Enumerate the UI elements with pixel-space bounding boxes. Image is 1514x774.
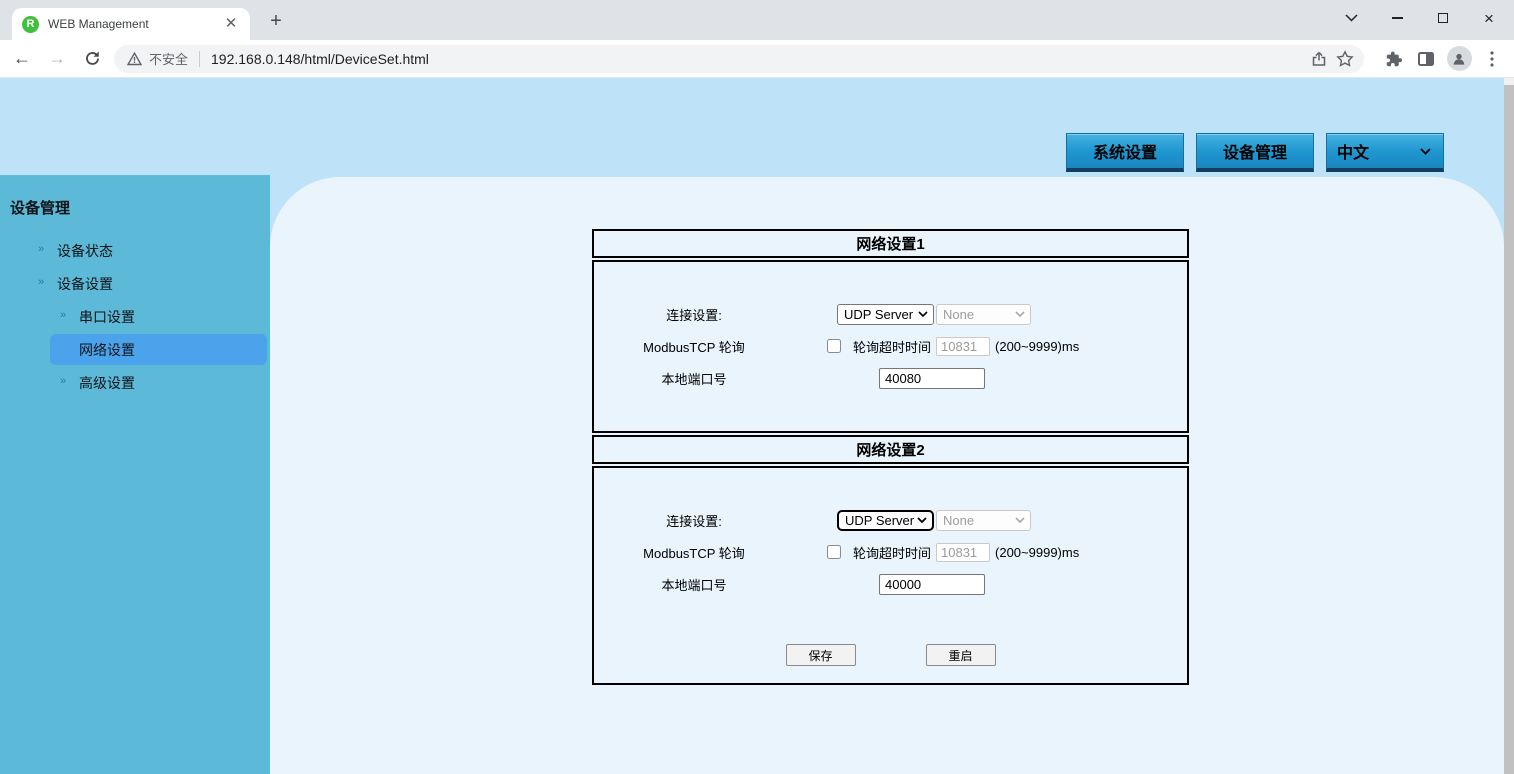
connection-label: 连接设置: <box>666 307 722 323</box>
bookmark-star-icon[interactable] <box>1332 46 1358 72</box>
connection-type-select[interactable]: UDP Server <box>837 303 934 325</box>
connection-mode-value: None <box>943 306 975 322</box>
new-tab-button[interactable]: + <box>264 9 288 33</box>
site-favicon: R <box>22 15 39 33</box>
arrow-bullet-icon: » <box>60 375 67 387</box>
toolbar-right-icons <box>1374 45 1506 73</box>
sidebar-item-advanced-settings[interactable]: » 高级设置 <box>0 366 270 399</box>
sidebar-item-label: 设备设置 <box>57 275 113 292</box>
connection-mode-select-disabled: None <box>936 303 1031 325</box>
extensions-puzzle-icon[interactable] <box>1379 45 1407 73</box>
top-navigation: 系统设置 设备管理 中文 <box>1066 133 1444 172</box>
save-button[interactable]: 保存 <box>785 644 856 666</box>
modbus-polling-checkbox[interactable] <box>827 339 841 353</box>
browser-menu-icon[interactable] <box>1478 45 1506 73</box>
connection-mode-select-disabled: None <box>936 509 1031 531</box>
not-secure-warning-icon <box>127 51 142 65</box>
connection-label: 连接设置: <box>666 513 722 529</box>
timeout-label: 轮询超时时间 <box>853 545 932 561</box>
local-port-label: 本地端口号 <box>661 371 727 387</box>
reload-icon[interactable] <box>79 46 105 72</box>
modbus-label: ModbusTCP 轮询 <box>643 545 745 561</box>
address-divider <box>199 50 201 67</box>
panel-body: 连接设置: UDP Server None ModbusTCP 轮询 轮询超时时… <box>592 260 1189 433</box>
browser-toolbar: ← → 不安全 192.168.0.148/html/DeviceSet.htm… <box>0 40 1514 78</box>
system-settings-button[interactable]: 系统设置 <box>1066 133 1184 172</box>
arrow-bullet-icon: » <box>38 243 45 255</box>
local-port-label: 本地端口号 <box>661 577 727 593</box>
language-select[interactable]: 中文 <box>1326 133 1444 172</box>
chevron-down-icon <box>917 517 927 523</box>
timeout-label: 轮询超时时间 <box>853 339 932 355</box>
local-port-row: 本地端口号 <box>594 568 1187 600</box>
connection-mode-value: None <box>943 512 975 528</box>
sidebar-item-device-settings[interactable]: » 设备设置 <box>0 267 270 300</box>
share-icon[interactable] <box>1306 46 1332 72</box>
local-port-row: 本地端口号 <box>594 362 1187 394</box>
connection-row: 连接设置: UDP Server None <box>594 298 1187 330</box>
browser-tab-strip: R WEB Management ✕ + × <box>0 0 1514 40</box>
sidebar-item-label: 网络设置 <box>79 341 135 358</box>
timeout-range-note: (200~9999)ms <box>995 544 1080 560</box>
profile-avatar[interactable] <box>1445 45 1473 73</box>
window-minimize-button[interactable] <box>1374 0 1420 36</box>
window-maximize-button[interactable] <box>1420 0 1466 36</box>
device-management-button[interactable]: 设备管理 <box>1196 133 1314 172</box>
action-buttons-row: 保存 重启 <box>594 644 1187 666</box>
address-bar[interactable]: 不安全 192.168.0.148/html/DeviceSet.html <box>114 44 1364 73</box>
sidebar: 设备管理 » 设备状态 » 设备设置 » 串口设置 网络设置 » 高级设置 <box>0 175 270 774</box>
main-content: 网络设置1 连接设置: UDP Server None ModbusTCP 轮询 <box>270 177 1504 774</box>
network-settings-panel-2: 网络设置2 连接设置: UDP Server None ModbusTCP 轮询 <box>592 435 1189 685</box>
local-port-input[interactable] <box>879 367 985 389</box>
sidebar-menu: » 设备状态 » 设备设置 » 串口设置 网络设置 » 高级设置 <box>0 234 270 399</box>
network-settings-panel-1: 网络设置1 连接设置: UDP Server None ModbusTCP 轮询 <box>592 229 1189 433</box>
scrollbar-thumb[interactable] <box>1504 85 1514 774</box>
connection-row: 连接设置: UDP Server None <box>594 504 1187 536</box>
local-port-input[interactable] <box>879 573 985 595</box>
timeout-range-note: (200~9999)ms <box>995 338 1080 354</box>
arrow-bullet-icon: » <box>38 276 45 288</box>
tab-search-chevron-icon[interactable] <box>1328 0 1374 36</box>
panel-title: 网络设置1 <box>592 229 1189 258</box>
sidebar-item-label: 串口设置 <box>79 308 135 325</box>
arrow-bullet-icon: » <box>60 309 67 321</box>
chevron-down-icon <box>1015 311 1025 317</box>
page-background: 系统设置 设备管理 中文 设备管理 » 设备状态 » 设备设置 » 串口设置 网… <box>0 78 1514 774</box>
sidebar-item-device-status[interactable]: » 设备状态 <box>0 234 270 267</box>
chevron-down-icon <box>1015 517 1025 523</box>
panel-body: 连接设置: UDP Server None ModbusTCP 轮询 轮询超时时… <box>592 466 1189 685</box>
tab-title: WEB Management <box>48 17 149 31</box>
url-text[interactable]: 192.168.0.148/html/DeviceSet.html <box>211 51 1306 67</box>
window-close-button[interactable]: × <box>1466 0 1512 36</box>
sidebar-item-label: 高级设置 <box>79 374 135 391</box>
tab-close-icon[interactable]: ✕ <box>222 15 240 33</box>
connection-type-select-focused[interactable]: UDP Server <box>837 509 934 531</box>
sidebar-item-label: 设备状态 <box>57 242 113 259</box>
sidebar-item-network-settings[interactable]: 网络设置 <box>50 334 267 365</box>
forward-icon[interactable]: → <box>44 46 70 72</box>
side-panel-icon[interactable] <box>1412 45 1440 73</box>
timeout-input-disabled <box>936 542 991 562</box>
window-controls: × <box>1328 0 1512 36</box>
modbus-polling-checkbox[interactable] <box>827 545 841 559</box>
timeout-input-disabled <box>936 336 991 356</box>
back-icon[interactable]: ← <box>9 46 35 72</box>
language-value: 中文 <box>1337 145 1370 162</box>
sidebar-title: 设备管理 <box>10 200 71 217</box>
sidebar-item-serial-settings[interactable]: » 串口设置 <box>0 300 270 333</box>
panel-title: 网络设置2 <box>592 435 1189 464</box>
modbus-row: ModbusTCP 轮询 轮询超时时间 (200~9999)ms <box>594 330 1187 362</box>
connection-type-value: UDP Server <box>845 512 915 528</box>
modbus-row: ModbusTCP 轮询 轮询超时时间 (200~9999)ms <box>594 536 1187 568</box>
restart-button[interactable]: 重启 <box>925 644 996 666</box>
chevron-down-icon <box>918 311 928 317</box>
page-scrollbar[interactable] <box>1504 78 1514 774</box>
chevron-down-icon <box>1420 147 1431 155</box>
security-label: 不安全 <box>149 52 189 67</box>
modbus-label: ModbusTCP 轮询 <box>643 339 745 355</box>
connection-type-value: UDP Server <box>844 306 914 322</box>
browser-tab[interactable]: R WEB Management ✕ <box>12 8 250 40</box>
